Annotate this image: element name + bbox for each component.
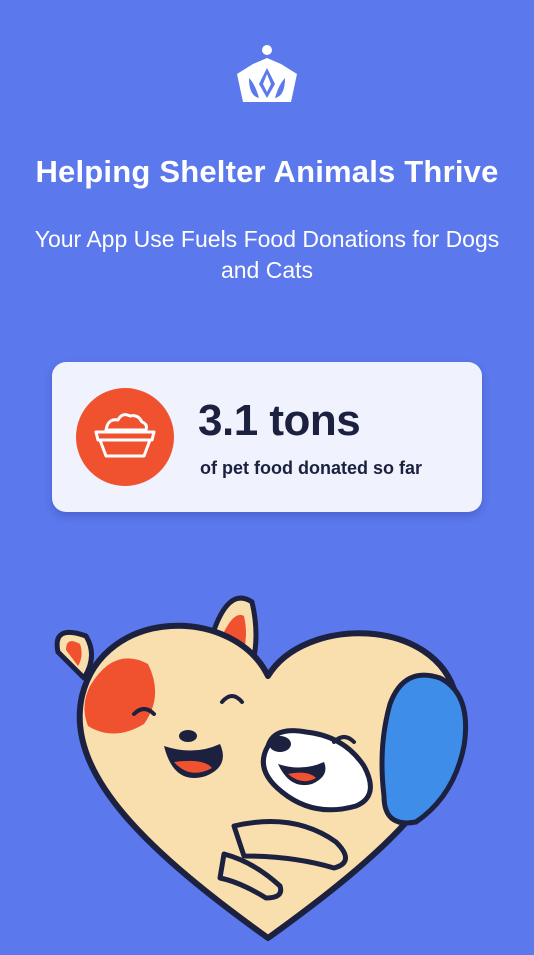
donation-stat-card: 3.1 tons of pet food donated so far	[52, 362, 482, 512]
donation-caption: of pet food donated so far	[200, 458, 422, 478]
crown-logo-icon	[229, 44, 305, 110]
cat-dog-hug-illustration	[44, 586, 492, 950]
donation-amount: 3.1 tons	[198, 396, 361, 445]
page-subtitle: Your App Use Fuels Food Donations for Do…	[34, 226, 500, 283]
page-title: Helping Shelter Animals Thrive	[35, 154, 499, 189]
pet-food-bowl-icon	[76, 388, 174, 486]
